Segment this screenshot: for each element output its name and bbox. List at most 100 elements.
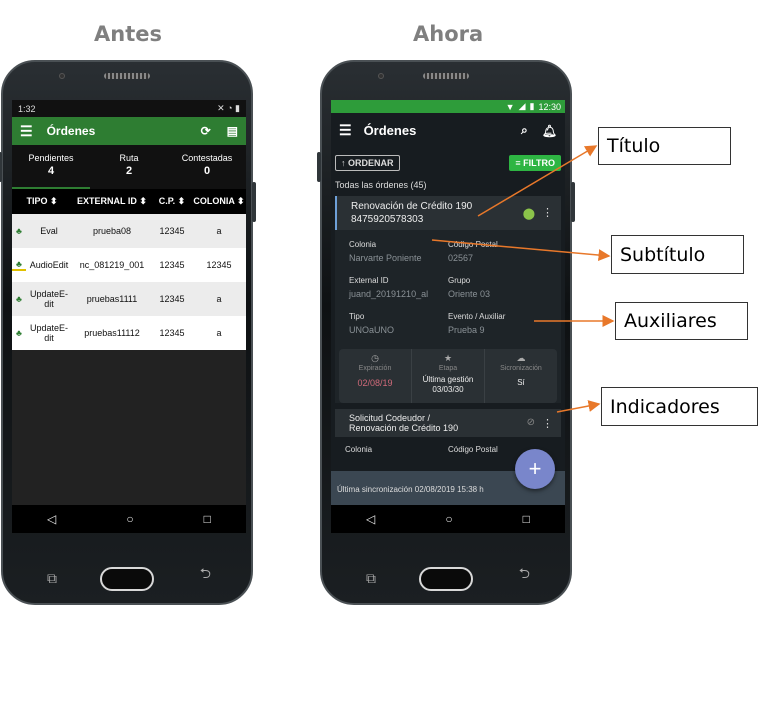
tab-ruta[interactable]: Ruta 2 bbox=[90, 145, 168, 189]
sync-icon[interactable]: ⟳ bbox=[201, 124, 211, 138]
home-nav-icon[interactable]: ○ bbox=[445, 512, 452, 526]
system-nav-bar: ◁ ○ □ bbox=[331, 505, 565, 533]
cloud-icon: ☁ bbox=[516, 353, 526, 363]
home-button[interactable] bbox=[100, 567, 154, 591]
indicator-etapa: ★ Etapa Última gestión 03/03/30 bbox=[412, 349, 485, 403]
cell-tipo: Eval bbox=[40, 226, 58, 236]
hw-back-icon[interactable]: ⮌ bbox=[519, 563, 530, 587]
add-fab-button[interactable]: + bbox=[515, 449, 555, 489]
volume-button bbox=[0, 152, 2, 182]
cell-colonia: 12345 bbox=[206, 260, 232, 270]
indicator-label: Etapa bbox=[438, 365, 458, 372]
comparison-stage: Antes Ahora 1:32 ✕ ◔ ▮ ☰ Órdenes ⟳ ▤ Pen… bbox=[0, 0, 766, 720]
table-row[interactable]: ♣ UpdateE-dit pruebas1111 12345 a bbox=[12, 282, 246, 316]
cell-external-id: nc_081219_001 bbox=[79, 260, 145, 270]
location-off-icon[interactable]: ⊘ bbox=[527, 417, 535, 428]
menu-icon[interactable]: ☰ bbox=[20, 123, 33, 140]
card-title-line1: Solicitud Codeudor / bbox=[349, 413, 431, 423]
field-label: Evento / Auxiliar bbox=[448, 312, 506, 321]
table-row[interactable]: ♣ AudioEdit nc_081219_001 12345 12345 bbox=[12, 248, 246, 282]
tab-label: Contestadas bbox=[181, 153, 233, 163]
hw-back-icon[interactable]: ⮌ bbox=[200, 563, 211, 587]
more-vert-icon[interactable]: ⋮ bbox=[542, 417, 553, 430]
location-pin-icon[interactable]: ⬤ bbox=[523, 207, 535, 220]
tab-count: 2 bbox=[125, 165, 133, 177]
status-bar: ▼ ◢ ▮ 12:30 bbox=[331, 100, 565, 113]
field: Grupo Oriente 03 bbox=[448, 276, 547, 299]
camera-icon bbox=[59, 73, 65, 79]
filtro-button[interactable]: ≡ FILTRO bbox=[509, 155, 561, 171]
card-title-line2: Renovación de Crédito 190 bbox=[349, 423, 459, 433]
home-button[interactable] bbox=[419, 567, 473, 591]
clock-icon: ◷ bbox=[371, 353, 379, 363]
field-value: juand_20191210_al bbox=[349, 289, 429, 299]
cell-cp: 12345 bbox=[159, 226, 185, 236]
app-bar: ☰ Órdenes ⟳ ▤ bbox=[12, 117, 246, 145]
back-nav-icon[interactable]: ◁ bbox=[366, 512, 375, 526]
system-nav-bar: ◁ ○ □ bbox=[12, 505, 246, 533]
status-bar: 1:32 ✕ ◔ ▮ bbox=[12, 100, 246, 117]
field-value: Narvarte Poniente bbox=[349, 253, 422, 263]
hw-recents-icon[interactable]: ⧉ bbox=[366, 570, 376, 587]
cell-colonia: a bbox=[216, 294, 222, 304]
tab-bar: Pendientes 4 Ruta 2 Contestadas 0 bbox=[12, 145, 246, 189]
back-nav-icon[interactable]: ◁ bbox=[47, 512, 56, 526]
speaker-grille bbox=[423, 73, 469, 79]
indicators-panel: ◷ Expiración 02/08/19 ★ Etapa Última ges… bbox=[339, 349, 557, 403]
field-label: Código Postal bbox=[448, 240, 498, 249]
tab-count: 4 bbox=[47, 165, 55, 177]
field-value: 02567 bbox=[448, 253, 474, 263]
order-card-2-header[interactable]: Solicitud Codeudor / Renovación de Crédi… bbox=[335, 409, 561, 437]
search-icon[interactable]: ⌕ bbox=[521, 123, 528, 138]
field-value: Prueba 9 bbox=[448, 325, 485, 335]
bell-icon[interactable]: 🔔︎ bbox=[542, 124, 557, 138]
app-title: Órdenes bbox=[363, 123, 417, 138]
field-label: Colonia bbox=[349, 240, 377, 249]
indicator-expiracion: ◷ Expiración 02/08/19 bbox=[339, 349, 412, 403]
table-row[interactable]: ♣ UpdateE-dit pruebas11112 12345 a bbox=[12, 316, 246, 350]
field-label: Grupo bbox=[448, 276, 471, 285]
ordenar-button[interactable]: ↑ ORDENAR bbox=[335, 155, 400, 171]
card-header: Renovación de Crédito 190 8475920578303 … bbox=[335, 196, 561, 230]
app-title: Órdenes bbox=[46, 124, 96, 138]
indicator-label: Sicronización bbox=[500, 365, 542, 372]
column-header-cp[interactable]: C.P. ⬍ bbox=[152, 196, 192, 207]
menu-icon[interactable]: ☰ bbox=[339, 122, 352, 139]
indicator-sincronizacion: ☁ Sicronización Sí bbox=[485, 349, 557, 403]
annotation-indicadores: Indicadores bbox=[601, 387, 758, 426]
action-row: ↑ ORDENAR ≡ FILTRO bbox=[331, 148, 565, 178]
cell-external-id: prueba08 bbox=[92, 226, 132, 236]
cell-tipo: UpdateE-dit bbox=[29, 289, 69, 309]
screen-before: 1:32 ✕ ◔ ▮ ☰ Órdenes ⟳ ▤ Pendientes 4 Ru… bbox=[12, 100, 246, 533]
battery-icon: ▮ bbox=[529, 101, 535, 111]
tab-contestadas[interactable]: Contestadas 0 bbox=[168, 145, 246, 189]
indicator-value: Última gestión bbox=[422, 375, 474, 384]
app-bar: ☰ Órdenes ⌕ 🔔︎ bbox=[331, 113, 565, 148]
more-vert-icon[interactable]: ⋮ bbox=[542, 206, 553, 219]
hw-recents-icon[interactable]: ⧉ bbox=[47, 570, 57, 587]
leaf-icon: ♣ bbox=[16, 294, 22, 304]
phone-before: 1:32 ✕ ◔ ▮ ☰ Órdenes ⟳ ▤ Pendientes 4 Ru… bbox=[0, 60, 256, 605]
order-card[interactable]: Renovación de Crédito 190 8475920578303 … bbox=[335, 196, 561, 403]
cell-colonia: a bbox=[216, 328, 222, 338]
indicator-value-date: 03/03/30 bbox=[432, 385, 464, 394]
column-header-colonia[interactable]: COLONIA ⬍ bbox=[192, 196, 246, 207]
field: Código Postal 02567 bbox=[448, 240, 547, 263]
leaf-icon: ♣ bbox=[16, 328, 22, 338]
field: Tipo UNOaUNO bbox=[349, 312, 448, 335]
column-header-tipo[interactable]: TIPO ⬍ bbox=[12, 196, 72, 207]
table-row[interactable]: ♣ Eval prueba08 12345 a bbox=[12, 214, 246, 248]
cell-tipo: UpdateE-dit bbox=[29, 323, 69, 343]
wifi-icon: ▼ bbox=[505, 101, 515, 112]
tab-label: Pendientes bbox=[28, 153, 74, 163]
column-header-external-id[interactable]: EXTERNAL ID ⬍ bbox=[72, 196, 152, 207]
recents-nav-icon[interactable]: □ bbox=[204, 512, 211, 526]
field: External ID juand_20191210_al bbox=[349, 276, 448, 299]
table-body: ♣ Eval prueba08 12345 a ♣ AudioEdit nc_081… bbox=[12, 214, 246, 350]
home-nav-icon[interactable]: ○ bbox=[126, 512, 133, 526]
tab-pendientes[interactable]: Pendientes 4 bbox=[12, 145, 90, 189]
leaf-icon: ♣ bbox=[16, 226, 22, 236]
document-icon[interactable]: ▤ bbox=[227, 124, 238, 138]
power-button bbox=[571, 182, 575, 222]
recents-nav-icon[interactable]: □ bbox=[523, 512, 530, 526]
